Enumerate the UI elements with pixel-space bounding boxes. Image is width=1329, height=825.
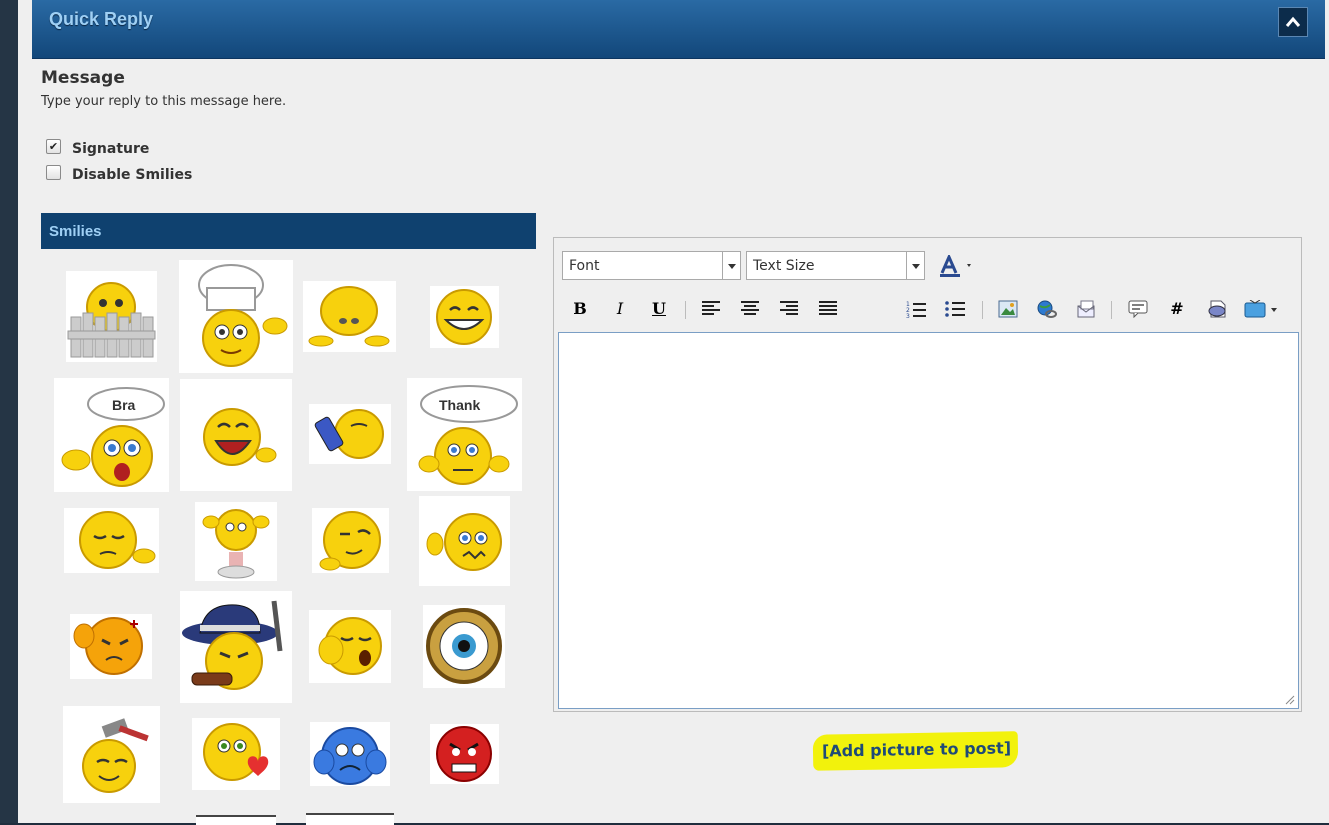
message-textarea[interactable] [558, 332, 1299, 709]
bold-button[interactable]: B [568, 297, 592, 321]
left-edge-bar [0, 0, 18, 823]
collapse-button[interactable] [1278, 7, 1308, 37]
smiley-crawling-icon[interactable] [303, 281, 396, 352]
quick-reply-header: Quick Reply [32, 0, 1325, 59]
underline-icon: U [652, 299, 666, 318]
php-code-button[interactable] [1205, 297, 1229, 321]
resize-grip-icon[interactable] [1285, 695, 1295, 705]
php-code-icon [1208, 300, 1226, 318]
smilies-title: Smilies [49, 223, 102, 240]
ordered-list-icon: 123 [906, 301, 926, 318]
smiley-fence-icon[interactable] [66, 271, 157, 362]
align-left-icon [702, 301, 720, 315]
signature-label: Signature [72, 141, 150, 157]
text-color-button[interactable] [936, 252, 976, 277]
hashtag-icon: # [1170, 299, 1184, 318]
chevron-down-icon [722, 252, 740, 279]
smiley-love-icon[interactable] [192, 718, 280, 790]
smiley-thumbs-down-icon[interactable] [419, 496, 510, 586]
font-select[interactable]: Font [562, 251, 741, 280]
smiley-grin-icon[interactable] [430, 286, 499, 348]
message-hint: Type your reply to this message here. [41, 94, 287, 109]
font-select-value: Font [569, 258, 600, 274]
disable-smilies-checkbox[interactable] [46, 165, 61, 180]
smiley-yawn-icon[interactable] [309, 610, 391, 683]
svg-text:3: 3 [906, 313, 910, 318]
quick-reply-panel: Quick Reply Message Type your reply to t… [18, 0, 1329, 825]
smiley-laughing-icon[interactable] [180, 379, 292, 491]
quote-icon [1128, 300, 1148, 318]
message-title: Message [41, 68, 125, 88]
bold-icon: B [573, 299, 587, 318]
text-size-select-value: Text Size [753, 258, 815, 274]
email-link-button[interactable] [1074, 297, 1098, 321]
smiley-gangster-icon[interactable] [180, 591, 292, 703]
smiley-sleepy-icon[interactable] [64, 508, 159, 573]
disable-smilies-label: Disable Smilies [72, 167, 193, 183]
message-editor: Font Text Size B I U 123 # [553, 237, 1302, 712]
align-right-button[interactable] [777, 297, 801, 321]
smiley-chef-icon[interactable] [179, 260, 293, 373]
quote-button[interactable] [1126, 297, 1150, 321]
insert-link-icon [1037, 300, 1057, 318]
align-center-icon [741, 301, 759, 315]
smiley-thank-icon[interactable]: Thank [407, 378, 522, 491]
smiley-thinking-icon[interactable] [195, 502, 277, 581]
underline-button[interactable]: U [647, 297, 671, 321]
toolbar-separator [982, 301, 983, 319]
signature-checkbox[interactable]: ✔ [46, 139, 61, 154]
insert-link-button[interactable] [1035, 297, 1059, 321]
insert-image-button[interactable] [996, 297, 1020, 321]
smiley-hammer-icon[interactable] [63, 706, 160, 803]
ordered-list-button[interactable]: 123 [904, 297, 928, 321]
smiley-sign-icon[interactable] [196, 815, 276, 825]
chevron-up-icon [1285, 16, 1301, 27]
smilies-header: Smilies [41, 213, 536, 249]
text-size-select[interactable]: Text Size [746, 251, 925, 280]
smiley-sign-icon-2[interactable] [306, 813, 394, 825]
unordered-list-button[interactable] [943, 297, 967, 321]
toolbar-separator [1111, 301, 1112, 319]
hashtag-button[interactable]: # [1165, 297, 1189, 321]
quick-reply-title: Quick Reply [49, 9, 154, 29]
smiley-mad-red-icon[interactable] [430, 724, 499, 784]
smiley-smug-icon[interactable] [312, 508, 389, 573]
smiley-drinking-icon[interactable] [309, 404, 391, 464]
align-left-button[interactable] [699, 297, 723, 321]
smiley-sad-blue-icon[interactable] [310, 722, 390, 786]
video-icon [1244, 300, 1277, 318]
smiley-thank-text: Thank [439, 397, 480, 413]
email-link-icon [1077, 300, 1095, 318]
add-picture-label: [Add picture to post] [821, 738, 1012, 761]
video-button[interactable] [1244, 297, 1280, 321]
italic-icon: I [616, 299, 624, 318]
toolbar-separator [685, 301, 686, 319]
italic-button[interactable]: I [608, 297, 632, 321]
insert-image-icon [998, 300, 1018, 318]
text-color-icon [940, 255, 971, 277]
smiley-eye-icon[interactable] [423, 605, 505, 688]
smiley-bra-icon[interactable]: Bra [54, 378, 169, 492]
justify-icon [819, 301, 837, 315]
chevron-down-icon [906, 252, 924, 279]
align-center-button[interactable] [738, 297, 762, 321]
justify-button[interactable] [816, 297, 840, 321]
add-picture-link[interactable]: [Add picture to post] [812, 731, 1019, 771]
smiley-bra-text: Bra [112, 397, 136, 413]
align-right-icon [780, 301, 798, 315]
smiley-angry-thumb-icon[interactable] [70, 614, 152, 679]
unordered-list-icon [945, 301, 965, 317]
